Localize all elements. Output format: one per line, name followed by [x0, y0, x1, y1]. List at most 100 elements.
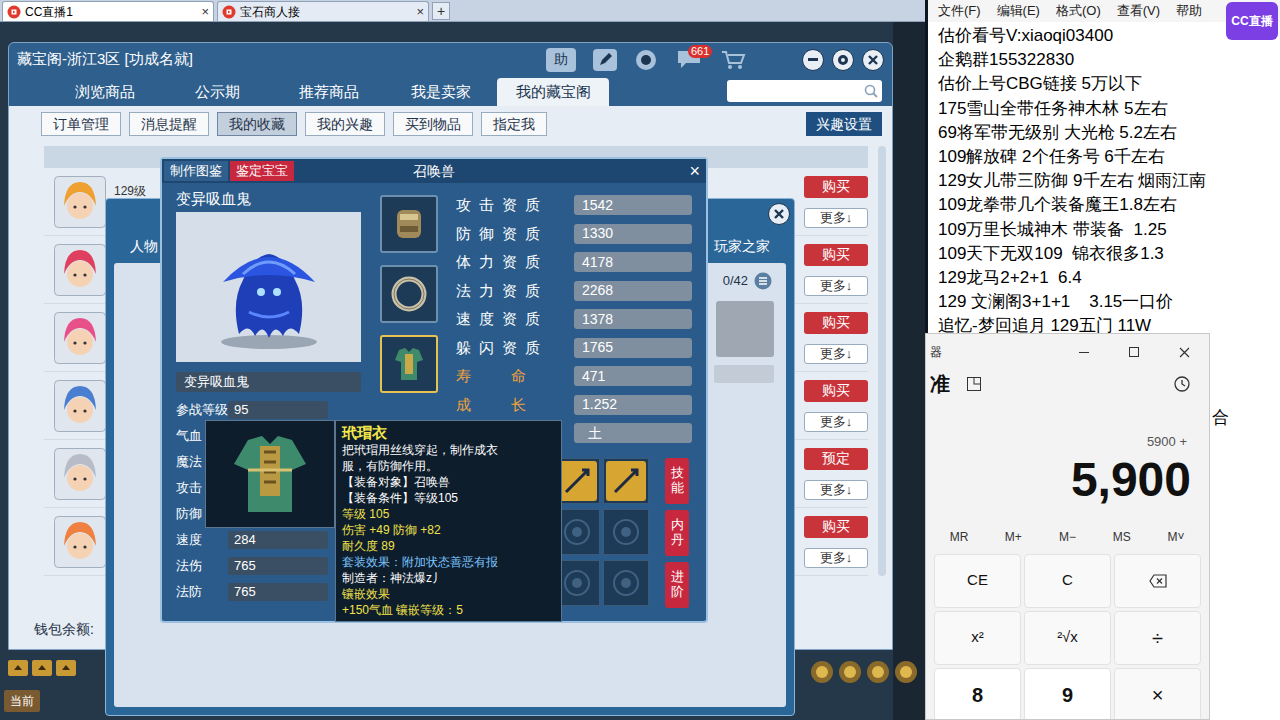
memory-button[interactable]: MS [1095, 528, 1149, 546]
keep-on-top-icon[interactable] [966, 376, 982, 392]
calculator-key[interactable]: × [1114, 668, 1201, 720]
calculator-key[interactable]: CE [934, 554, 1021, 608]
menu-item[interactable]: 查看(V) [1117, 1, 1160, 21]
calculator-mode[interactable]: 准 [926, 369, 950, 399]
subtab[interactable]: 指定我 [481, 112, 547, 136]
pet-header-tab[interactable]: 制作图鉴 [164, 161, 228, 181]
skill-slot[interactable] [603, 458, 649, 504]
subtab[interactable]: 订单管理 [41, 112, 121, 136]
menu-item[interactable]: 文件(F) [938, 1, 981, 21]
game-menu-icon[interactable] [894, 660, 918, 684]
calculator-key[interactable] [1114, 554, 1201, 608]
dialog-tab[interactable]: 人物 [130, 236, 158, 257]
cbg-tab[interactable]: 公示期 [161, 78, 273, 106]
minimize-icon[interactable] [802, 49, 824, 71]
new-tab-button[interactable]: + [432, 2, 450, 20]
message-button[interactable]: 661 [676, 48, 706, 72]
menu-item[interactable]: 编辑(E) [997, 1, 1040, 21]
menu-item[interactable]: 帮助 [1176, 1, 1202, 21]
more-button[interactable]: 更多↓ [804, 208, 868, 228]
item-slot[interactable] [716, 301, 774, 357]
calculator-key[interactable]: 9 [1024, 668, 1111, 720]
more-button[interactable]: 更多↓ [804, 276, 868, 296]
equipment-slot[interactable] [380, 195, 438, 253]
scrollbar[interactable] [878, 146, 886, 576]
browser-tab[interactable]: CC直播1× [2, 1, 214, 21]
edit-icon[interactable] [592, 48, 618, 72]
pet-header-tab[interactable]: 鉴定宝宝 [230, 161, 294, 181]
close-icon[interactable] [862, 49, 884, 71]
buy-button[interactable]: 购买 [804, 516, 868, 538]
character-avatar-icon[interactable] [54, 244, 106, 296]
subtab[interactable]: 消息提醒 [129, 112, 209, 136]
dialog-tab[interactable]: 玩家之家 [714, 236, 770, 257]
calculator-key[interactable]: C [1024, 554, 1111, 608]
game-menu-icon[interactable] [838, 660, 862, 684]
help-button[interactable]: 助 [546, 48, 576, 72]
more-button[interactable]: 更多↓ [804, 480, 868, 500]
calculator-key[interactable]: ²√x [1024, 611, 1111, 665]
pet-close-button[interactable]: × [689, 162, 700, 180]
pet-name-field[interactable]: 变异吸血鬼 [176, 372, 361, 392]
game-menu-icon[interactable] [866, 660, 890, 684]
settings-icon[interactable] [832, 49, 854, 71]
arrow-icon[interactable] [32, 660, 52, 676]
pet-portrait [176, 212, 361, 362]
character-avatar-icon[interactable] [54, 380, 106, 432]
interest-settings-button[interactable]: 兴趣设置 [806, 112, 882, 136]
window-title: 藏宝阁-浙江3区 [功成名就] [17, 48, 193, 71]
equipment-slot[interactable] [380, 335, 438, 393]
cbg-tab[interactable]: 推荐商品 [273, 78, 385, 106]
subtab[interactable]: 买到物品 [393, 112, 473, 136]
arrow-icon[interactable] [56, 660, 76, 676]
character-avatar-icon[interactable] [54, 176, 106, 228]
calculator-key[interactable]: 8 [934, 668, 1021, 720]
browser-tab[interactable]: 宝石商人接× [217, 1, 429, 21]
stop-icon[interactable] [634, 48, 658, 72]
maximize-icon[interactable] [1109, 347, 1159, 357]
arrow-icon[interactable] [8, 660, 28, 676]
memory-button[interactable]: M+ [986, 528, 1040, 546]
memory-button[interactable]: M˅ [1149, 528, 1203, 546]
cbg-tab[interactable]: 浏览商品 [49, 78, 161, 106]
side-tab-button[interactable]: 进阶 [665, 562, 689, 608]
minimize-icon[interactable] [1059, 352, 1109, 353]
memory-button[interactable]: MR [932, 528, 986, 546]
calculator-key[interactable]: x² [934, 611, 1021, 665]
buy-button[interactable]: 预定 [804, 448, 868, 470]
cbg-tab[interactable]: 我的藏宝阁 [497, 78, 609, 106]
close-icon[interactable] [1179, 347, 1190, 358]
buy-button[interactable]: 购买 [804, 312, 868, 334]
character-avatar-icon[interactable] [54, 312, 106, 364]
subtab[interactable]: 我的收藏 [217, 112, 297, 136]
side-tab-button[interactable]: 内丹 [665, 510, 689, 556]
cart-icon[interactable] [720, 49, 746, 71]
cbg-tab[interactable]: 我是卖家 [385, 78, 497, 106]
equipment-slot[interactable] [380, 265, 438, 323]
buy-button[interactable]: 购买 [804, 380, 868, 402]
more-button[interactable]: 更多↓ [804, 344, 868, 364]
game-menu-icon[interactable] [810, 660, 834, 684]
tab-close-button[interactable]: × [416, 5, 424, 18]
character-avatar-icon[interactable] [54, 516, 106, 568]
side-tab-button[interactable]: 技能 [665, 458, 689, 504]
memory-button[interactable]: M− [1040, 528, 1094, 546]
calculator-window: 器准5900 +5,900MRM+M−MSM˅CECx²²√x÷89× [925, 333, 1210, 720]
character-avatar-icon[interactable] [54, 448, 106, 500]
search-field[interactable] [727, 80, 882, 102]
skill-slot[interactable] [603, 509, 649, 555]
skill-slot[interactable] [603, 560, 649, 606]
subtab[interactable]: 我的兴趣 [305, 112, 385, 136]
history-icon[interactable] [1173, 375, 1191, 393]
buy-button[interactable]: 购买 [804, 176, 868, 198]
calculator-key[interactable]: ÷ [1114, 611, 1201, 665]
chat-channel-button[interactable]: 当前 [4, 690, 40, 712]
tab-close-button[interactable]: × [201, 5, 209, 18]
more-button[interactable]: 更多↓ [804, 548, 868, 568]
more-button[interactable]: 更多↓ [804, 412, 868, 432]
menu-item[interactable]: 格式(O) [1056, 1, 1101, 21]
dialog-close-icon[interactable] [768, 203, 790, 225]
search-icon[interactable] [864, 84, 878, 98]
list-icon[interactable] [754, 272, 772, 290]
buy-button[interactable]: 购买 [804, 244, 868, 266]
